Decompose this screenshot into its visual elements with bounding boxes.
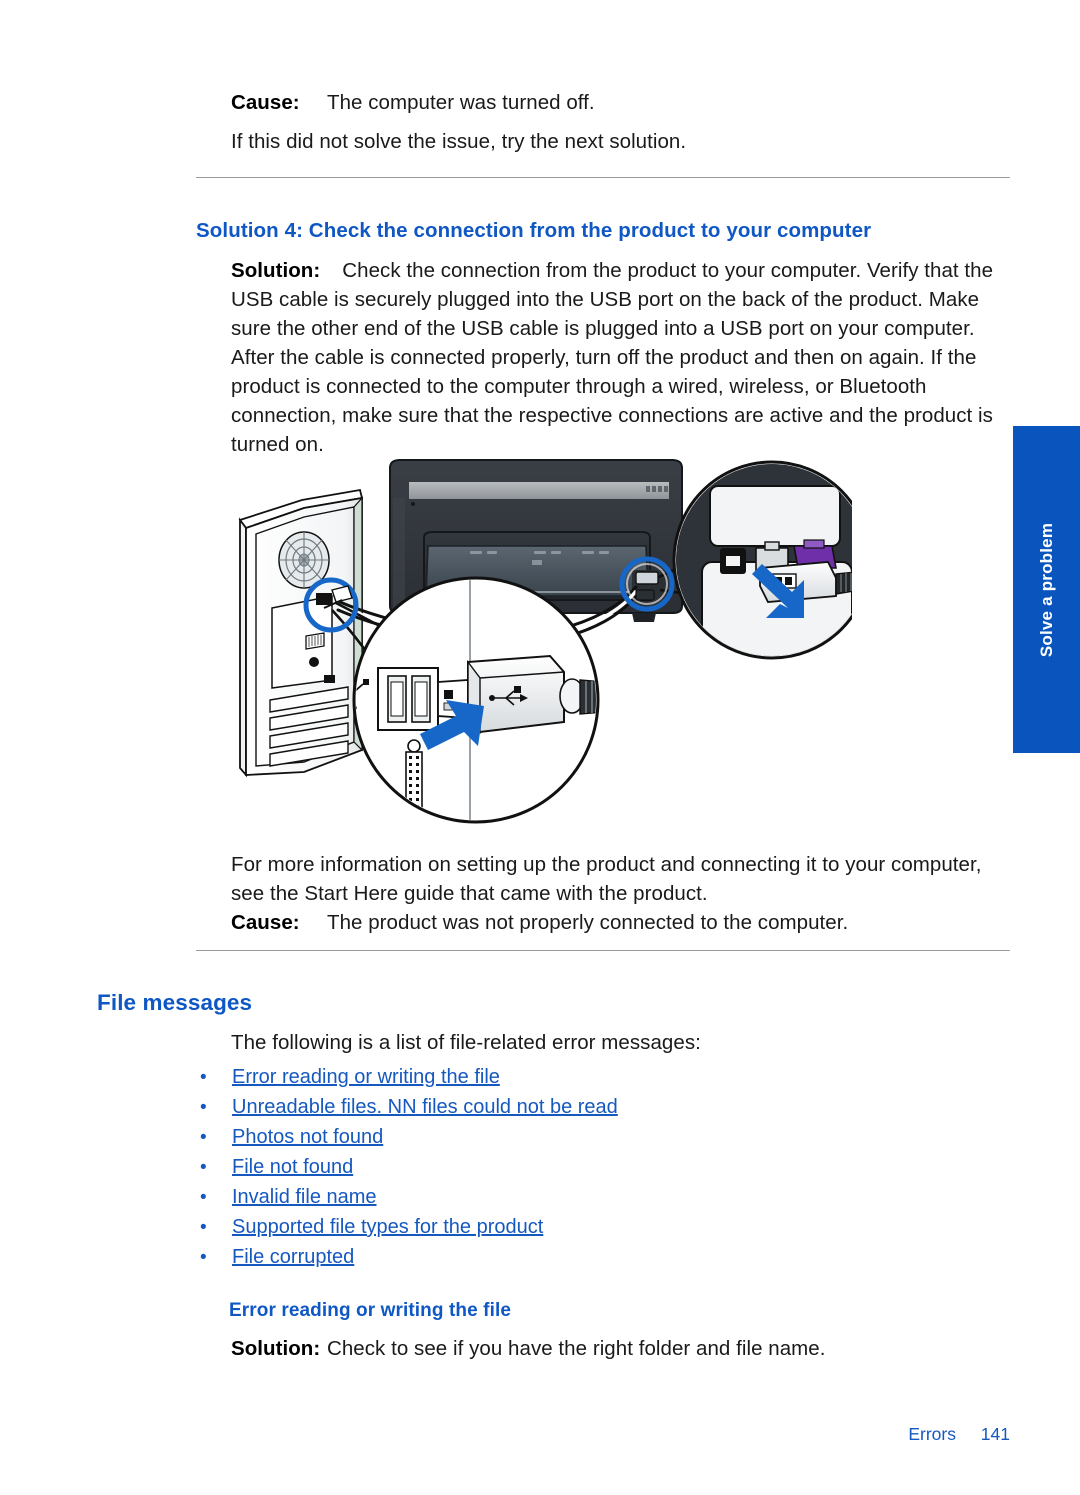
divider-bottom xyxy=(196,950,1010,951)
next-solution-text: If this did not solve the issue, try the… xyxy=(231,130,687,153)
bullet-icon: • xyxy=(200,1067,207,1088)
bullet-icon: • xyxy=(200,1127,207,1148)
cause-label: Cause: xyxy=(231,91,300,114)
footer-page-number: 141 xyxy=(980,1424,1010,1444)
document-page: Cause: The computer was turned off. If th… xyxy=(0,0,1080,1495)
file-messages-link-list: • Error reading or writing the file • Un… xyxy=(196,1062,836,1272)
bullet-icon: • xyxy=(200,1157,207,1178)
file-messages-intro: The following is a list of file-related … xyxy=(231,1031,701,1054)
usb-connection-diagram xyxy=(232,450,872,830)
solution4-heading: Solution 4: Check the connection from th… xyxy=(196,219,872,242)
bullet-icon: • xyxy=(200,1247,207,1268)
side-tab-solve-a-problem: Solve a problem xyxy=(1013,426,1080,753)
bullet-icon: • xyxy=(200,1097,207,1118)
list-item: • File not found xyxy=(196,1152,836,1182)
divider-top xyxy=(196,177,1010,178)
list-item: • Invalid file name xyxy=(196,1182,836,1212)
computer-tower-illustration xyxy=(238,488,364,778)
bullet-icon: • xyxy=(200,1217,207,1238)
solution4-cause-line: Cause: The product was not properly conne… xyxy=(231,908,1012,937)
solution-label: Solution: xyxy=(231,259,321,282)
link-unreadable-files[interactable]: Unreadable files. NN files could not be … xyxy=(232,1092,618,1122)
case-screw xyxy=(405,739,423,820)
link-error-reading-or-writing-the-file[interactable]: Error reading or writing the file xyxy=(232,1062,500,1092)
cause-text: The computer was turned off. xyxy=(327,91,595,114)
list-item: • Unreadable files. NN files could not b… xyxy=(196,1092,836,1122)
bullet-icon: • xyxy=(200,1187,207,1208)
link-file-corrupted[interactable]: File corrupted xyxy=(232,1242,354,1272)
file-messages-heading: File messages xyxy=(97,990,253,1015)
list-item: • Photos not found xyxy=(196,1122,836,1152)
cause-text: The product was not properly connected t… xyxy=(327,911,849,934)
error-reading-heading: Error reading or writing the file xyxy=(229,1300,512,1321)
link-photos-not-found[interactable]: Photos not found xyxy=(232,1122,383,1152)
solution-text: Check to see if you have the right folde… xyxy=(327,1337,826,1360)
more-info-paragraph: For more information on setting up the p… xyxy=(231,853,982,905)
top-cause-line: Cause: The computer was turned off. xyxy=(231,88,1011,117)
list-item: • Error reading or writing the file xyxy=(196,1062,836,1092)
page-footer: Errors 141 xyxy=(0,1424,1010,1445)
list-item: • File corrupted xyxy=(196,1242,836,1272)
cause-label: Cause: xyxy=(231,911,300,934)
error-reading-solution-line: Solution: Check to see if you have the ri… xyxy=(231,1334,1012,1363)
list-item: • Supported file types for the product xyxy=(196,1212,836,1242)
solution4-paragraph: Solution: Check the connection from the p… xyxy=(231,256,1012,459)
link-invalid-file-name[interactable]: Invalid file name xyxy=(232,1182,377,1212)
solution-label: Solution: xyxy=(231,1337,321,1360)
side-tab-label: Solve a problem xyxy=(1036,522,1056,657)
footer-section-label: Errors xyxy=(908,1424,956,1444)
link-file-not-found[interactable]: File not found xyxy=(232,1152,353,1182)
solution-text: Check the connection from the product to… xyxy=(231,259,994,456)
printer-port-callout xyxy=(672,460,872,660)
link-supported-file-types[interactable]: Supported file types for the product xyxy=(232,1212,543,1242)
